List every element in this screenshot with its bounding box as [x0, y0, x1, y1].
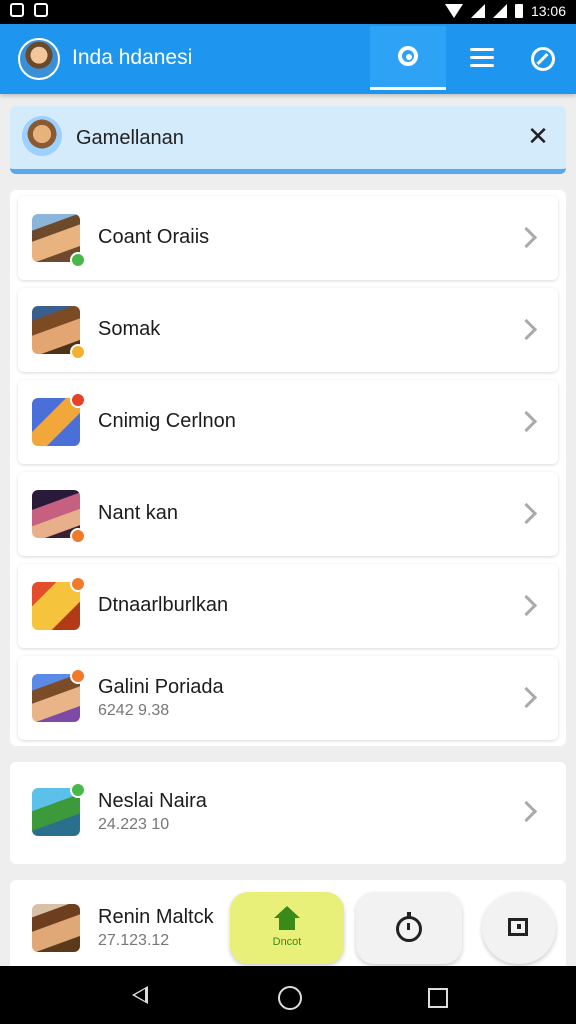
- heart-icon: [70, 392, 86, 408]
- badge-icon: [70, 576, 86, 592]
- list-item[interactable]: Cnimig Cerlnon: [18, 380, 558, 464]
- notification-icon: [10, 3, 24, 17]
- featured-card: Neslai Naira 24.223 10: [10, 762, 566, 864]
- badge-icon: [70, 528, 86, 544]
- timer-button[interactable]: [356, 892, 462, 964]
- list-item[interactable]: Dtnaarlburlkan: [18, 564, 558, 648]
- chevron-right-icon: [515, 502, 538, 525]
- search-icon: [398, 46, 418, 66]
- game-subtitle: 27.123.12: [98, 932, 170, 949]
- avatar[interactable]: [18, 38, 60, 80]
- list-item[interactable]: Neslai Naira 24.223 10: [18, 770, 558, 854]
- menu-icon: [470, 48, 494, 51]
- home-icon: [274, 906, 300, 930]
- list-item[interactable]: Somak: [18, 288, 558, 372]
- close-icon[interactable]: ✕: [524, 122, 552, 150]
- notification-icons: [10, 3, 48, 17]
- status-time: 13:06: [530, 3, 566, 19]
- recents-icon[interactable]: [428, 988, 448, 1008]
- signal-icon: [492, 4, 507, 18]
- wifi-icon: [444, 4, 463, 18]
- game-name: Somak: [98, 318, 161, 340]
- game-name: Renin Maltck: [98, 906, 214, 928]
- home-button-label: Dncot: [272, 936, 302, 948]
- game-name: Nant kan: [98, 502, 179, 524]
- chip-avatar: [22, 116, 62, 156]
- back-icon[interactable]: [132, 986, 148, 1004]
- list-item[interactable]: Coant Oraiis: [18, 196, 558, 280]
- menu-button[interactable]: [470, 48, 494, 68]
- signal-icon: [470, 4, 485, 18]
- home-button[interactable]: Dncot: [230, 892, 344, 964]
- search-tab[interactable]: [370, 26, 446, 90]
- game-list: Coant Oraiis Somak Cnimig Cerlnon Nant k…: [10, 190, 566, 746]
- battery-icon: [514, 4, 523, 18]
- game-name: Cnimig Cerlnon: [98, 410, 236, 432]
- chevron-right-icon: [515, 318, 538, 341]
- chevron-right-icon: [515, 594, 538, 617]
- chevron-right-icon: [515, 686, 538, 709]
- badge-icon: [70, 252, 86, 268]
- game-subtitle: 24.223 10: [98, 816, 170, 833]
- status-bar: 13:06: [0, 0, 576, 24]
- chevron-right-icon: [515, 800, 538, 823]
- notification-icon: [34, 3, 48, 17]
- game-name: Neslai Naira: [98, 790, 207, 812]
- search-chip[interactable]: Gamellanan ✕: [10, 106, 566, 174]
- home-circle-icon[interactable]: [278, 986, 302, 1010]
- square-button[interactable]: [482, 892, 556, 964]
- game-name: Galini Poriada: [98, 676, 224, 698]
- list-item[interactable]: Nant kan: [18, 472, 558, 556]
- chevron-right-icon: [515, 226, 538, 249]
- list-item[interactable]: Galini Poriada 6242 9.38: [18, 656, 558, 740]
- game-subtitle: 6242 9.38: [98, 702, 170, 719]
- badge-icon: [70, 782, 86, 798]
- compass-icon[interactable]: [531, 47, 555, 71]
- app-bar: Inda hdanesi: [0, 24, 576, 94]
- app-title: Inda hdanesi: [72, 46, 193, 69]
- game-icon: [32, 904, 80, 952]
- search-query: Gamellanan: [76, 127, 184, 149]
- system-nav-bar: [0, 966, 576, 1024]
- game-name: Dtnaarlburlkan: [98, 594, 229, 616]
- timer-icon: [396, 912, 422, 942]
- status-indicators: 13:06: [444, 3, 566, 19]
- badge-icon: [70, 668, 86, 684]
- chevron-right-icon: [515, 410, 538, 433]
- game-name: Coant Oraiis: [98, 226, 210, 248]
- badge-icon: [70, 344, 86, 360]
- square-icon: [508, 918, 528, 936]
